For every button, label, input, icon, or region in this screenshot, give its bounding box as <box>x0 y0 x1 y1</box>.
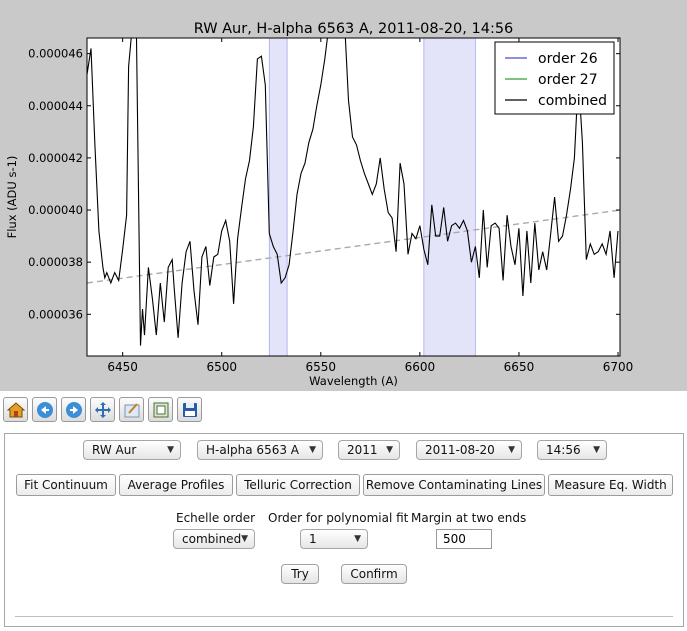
year-select[interactable]: 2011 ▼ <box>338 440 400 460</box>
chevron-down-icon: ▼ <box>508 445 515 455</box>
save-icon <box>182 402 197 417</box>
x-axis-label: Wavelength (A) <box>309 374 398 388</box>
subplots-button[interactable] <box>148 397 173 422</box>
pan-button[interactable] <box>90 397 115 422</box>
y-axis-label: Flux (ADU s-1) <box>5 156 19 239</box>
y-tick-label: 0.000046 <box>28 47 83 61</box>
forward-arrow-icon <box>65 401 82 418</box>
line-select-value: H-alpha 6563 A <box>206 443 299 457</box>
chevron-down-icon: ▼ <box>309 445 316 455</box>
plot-toolbar <box>3 397 202 427</box>
try-button[interactable]: Try <box>281 564 319 584</box>
date-select[interactable]: 2011-08-20 ▼ <box>416 440 522 460</box>
forward-button[interactable] <box>61 397 86 422</box>
polynomial-order-label: Order for polynomial fit <box>268 511 409 525</box>
x-tick-label: 6700 <box>603 360 634 374</box>
back-arrow-icon <box>36 401 53 418</box>
echelle-order-select[interactable]: combined ▼ <box>173 529 255 549</box>
legend: order 26 order 27 combined <box>494 41 615 115</box>
chevron-down-icon: ▼ <box>167 445 174 455</box>
y-tick-label: 0.000036 <box>28 307 83 321</box>
star-select[interactable]: RW Aur ▼ <box>83 440 181 460</box>
plot-area[interactable]: 6450 6500 6550 6600 6650 6700 0.000036 0.000038… <box>0 0 687 391</box>
chevron-down-icon: ▼ <box>593 445 600 455</box>
legend-label: combined <box>538 93 607 109</box>
tab-telluric-correction[interactable]: Telluric Correction <box>236 474 360 496</box>
x-tick-label: 6650 <box>504 360 535 374</box>
shaded-band-1 <box>268 37 288 357</box>
tab-average-profiles[interactable]: Average Profiles <box>119 474 233 496</box>
subplots-icon <box>153 402 168 417</box>
home-button[interactable] <box>3 397 28 422</box>
x-tick-label: 6600 <box>405 360 436 374</box>
home-icon <box>6 401 25 417</box>
tab-remove-contaminating-lines[interactable]: Remove Contaminating Lines <box>363 474 545 496</box>
year-select-value: 2011 <box>347 443 378 457</box>
date-select-value: 2011-08-20 <box>425 443 495 457</box>
zoom-button[interactable] <box>119 397 144 422</box>
echelle-order-label: Echelle order <box>176 511 256 525</box>
chevron-down-icon: ▼ <box>354 534 361 544</box>
polynomial-order-select[interactable]: 1 ▼ <box>300 529 368 549</box>
zoom-icon <box>124 402 139 417</box>
time-select[interactable]: 14:56 ▼ <box>537 440 607 460</box>
control-panel: RW Aur ▼ H-alpha 6563 A ▼ 2011 ▼ 2011-08-20… <box>4 433 684 627</box>
margin-label: Margin at two ends <box>411 511 527 525</box>
line-select[interactable]: H-alpha 6563 A ▼ <box>197 440 323 460</box>
spectrum-chart[interactable]: 6450 6500 6550 6600 6650 6700 0.000036 0.000038… <box>0 0 687 391</box>
tab-fit-continuum[interactable]: Fit Continuum <box>16 474 116 496</box>
back-button[interactable] <box>32 397 57 422</box>
x-tick-label: 6450 <box>107 360 138 374</box>
x-tick-label: 6550 <box>306 360 337 374</box>
legend-label: order 26 <box>538 51 598 67</box>
y-tick-label: 0.000040 <box>28 203 83 217</box>
time-select-value: 14:56 <box>546 443 581 457</box>
y-tick-label: 0.000042 <box>28 151 83 165</box>
y-tick-label: 0.000038 <box>28 255 83 269</box>
chart-title: RW Aur, H-alpha 6563 A, 2011-08-20, 14:5… <box>194 21 514 37</box>
chevron-down-icon: ▼ <box>386 445 393 455</box>
shaded-band-2 <box>423 37 476 357</box>
chevron-down-icon: ▼ <box>241 534 248 544</box>
pan-icon <box>94 401 111 418</box>
legend-label: order 27 <box>538 72 598 88</box>
echelle-order-value: combined <box>182 532 242 546</box>
confirm-button[interactable]: Confirm <box>341 564 407 584</box>
polynomial-order-value: 1 <box>309 532 317 546</box>
star-select-value: RW Aur <box>92 443 137 457</box>
save-button[interactable] <box>177 397 202 422</box>
margin-input[interactable]: 500 <box>436 529 492 549</box>
tab-measure-eq-width[interactable]: Measure Eq. Width <box>548 474 673 496</box>
y-tick-label: 0.000044 <box>28 99 83 113</box>
panel-divider <box>15 616 673 617</box>
x-tick-label: 6500 <box>206 360 237 374</box>
